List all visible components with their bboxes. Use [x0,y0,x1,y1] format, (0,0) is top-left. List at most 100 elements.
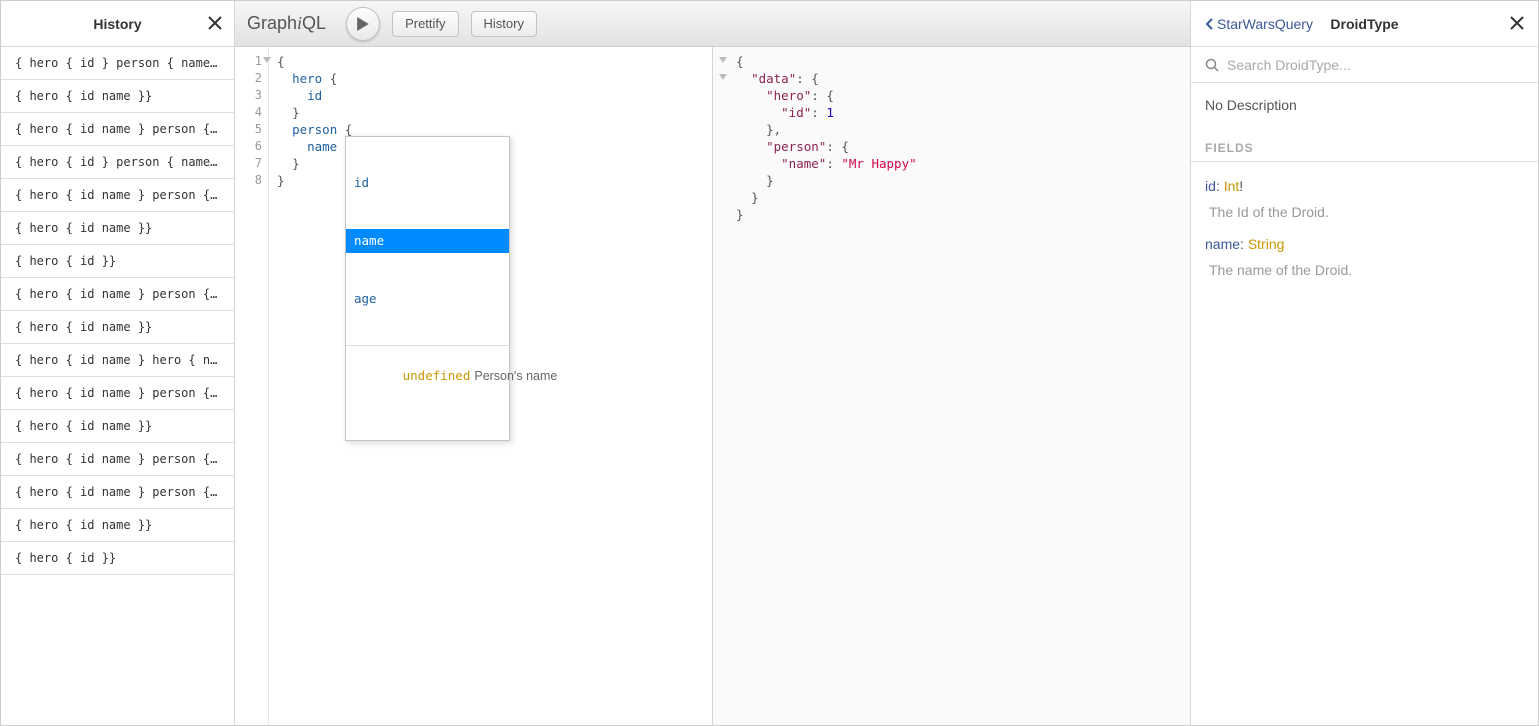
history-item[interactable]: { hero { id name } person { i… [1,377,234,410]
code-token: person [292,122,337,137]
field-description: The name of the Droid. [1209,262,1524,278]
line-number: 3 [235,87,262,104]
colon: : [1240,236,1248,252]
history-item[interactable]: { hero { id name } person { n… [1,443,234,476]
history-list: { hero { id } person { name }… { hero { … [1,47,234,725]
history-header: History [1,1,234,47]
code-token: : [811,105,826,120]
code-token: { [322,71,337,86]
fold-icon[interactable] [719,74,727,80]
history-item[interactable]: { hero { id name } person { a… [1,113,234,146]
code-token: } [277,173,285,188]
line-number: 1 [235,53,262,70]
code-token: : [826,156,841,171]
field-type: Int [1224,178,1240,194]
field-type: String [1248,236,1285,252]
chevron-left-icon [1205,18,1213,30]
line-number: 5 [235,121,262,138]
history-item[interactable]: { hero { id name } person { n… [1,179,234,212]
autocomplete-description: undefinedPerson's name [346,345,509,406]
query-gutter: 1 2 3 4 5 6 7 8 [235,47,269,725]
docs-field[interactable]: name: String The name of the Droid. [1205,236,1524,278]
history-item[interactable]: { hero { id name }} [1,509,234,542]
code-token: }, [766,122,781,137]
run-button[interactable] [346,7,380,41]
autocomplete-item[interactable]: name [346,229,509,253]
search-icon [1205,58,1219,72]
code-token: } [751,190,759,205]
autocomplete-type: undefined [403,368,471,383]
code-token: : { [811,88,834,103]
history-item[interactable]: { hero { id }} [1,542,234,575]
result-wrap: { "data": { "hero": { "id": 1 }, "person… [712,47,1190,725]
graphiql-logo: GraphiQL [247,13,334,34]
line-number: 4 [235,104,262,121]
query-editor[interactable]: { hero { id } person { name } } id name … [269,47,712,725]
history-item[interactable]: { hero { id name }} [1,410,234,443]
code-token: name [307,139,337,154]
field-description: The Id of the Droid. [1209,204,1524,220]
code-token: "hero" [766,88,811,103]
line-number: 2 [235,70,262,87]
field-name: id [1205,178,1216,194]
field-nonnull: ! [1239,178,1243,194]
history-item[interactable]: { hero { id name }} [1,212,234,245]
history-item[interactable]: { hero { id name } person { a… [1,476,234,509]
code-token: 1 [826,105,834,120]
history-item[interactable]: { hero { id }} [1,245,234,278]
docs-description: No Description [1205,97,1524,113]
docs-fields-header: FIELDS [1191,131,1538,162]
logo-text: Graph [247,13,297,33]
result-viewer[interactable]: { "data": { "hero": { "id": 1 }, "person… [728,47,1190,725]
history-title: History [93,16,141,32]
code-token: "name" [781,156,826,171]
code-token: "id" [781,105,811,120]
autocomplete-popup: id name age undefinedPerson's name [345,136,510,441]
code-token: } [292,156,300,171]
code-token: { [337,122,352,137]
history-item[interactable]: { hero { id } person { name }… [1,47,234,80]
code-token: : { [796,71,819,86]
history-close-icon[interactable] [208,14,222,34]
autocomplete-item[interactable]: id [346,171,509,195]
autocomplete-text: Person's name [474,369,557,383]
query-editor-wrap: 1 2 3 4 5 6 7 8 { hero { id } person { n… [235,47,712,725]
docs-search-input[interactable] [1227,57,1524,73]
history-item[interactable]: { hero { id name } person { a… [1,278,234,311]
history-button[interactable]: History [471,11,537,37]
docs-back-button[interactable]: StarWarsQuery [1205,16,1313,32]
docs-field[interactable]: id: Int! The Id of the Droid. [1205,178,1524,220]
result-gutter [713,47,728,725]
main-area: GraphiQL Prettify History 1 2 3 4 5 6 7 … [235,1,1190,725]
fold-icon[interactable] [719,57,727,63]
docs-close-icon[interactable] [1510,14,1524,34]
history-item[interactable]: { hero { id name }} [1,311,234,344]
code-token: { [736,54,744,69]
code-token: "data" [751,71,796,86]
code-token: "person" [766,139,826,154]
history-item[interactable]: { hero { id name } hero { nam… [1,344,234,377]
autocomplete-item[interactable]: age [346,287,509,311]
code-token: hero [292,71,322,86]
docs-panel: StarWarsQuery DroidType No Description F… [1190,1,1538,725]
history-item[interactable]: { hero { id name }} [1,80,234,113]
history-item[interactable]: { hero { id } person { name }… [1,146,234,179]
colon: : [1216,178,1224,194]
docs-header: StarWarsQuery DroidType [1191,1,1538,47]
code-token: } [292,105,300,120]
code-token: { [277,54,285,69]
play-icon [357,17,369,31]
docs-back-label: StarWarsQuery [1217,16,1313,32]
code-token: "Mr Happy" [841,156,916,171]
field-name: name [1205,236,1240,252]
line-number: 6 [235,138,262,155]
docs-body: No Description FIELDS id: Int! The Id of… [1191,83,1538,292]
history-panel: History { hero { id } person { name }… {… [1,1,235,725]
prettify-button[interactable]: Prettify [392,11,458,37]
logo-text: QL [302,13,326,33]
docs-search [1191,47,1538,83]
code-token: } [736,207,744,222]
code-token: id [307,88,322,103]
code-token: : { [826,139,849,154]
line-number: 8 [235,172,262,189]
